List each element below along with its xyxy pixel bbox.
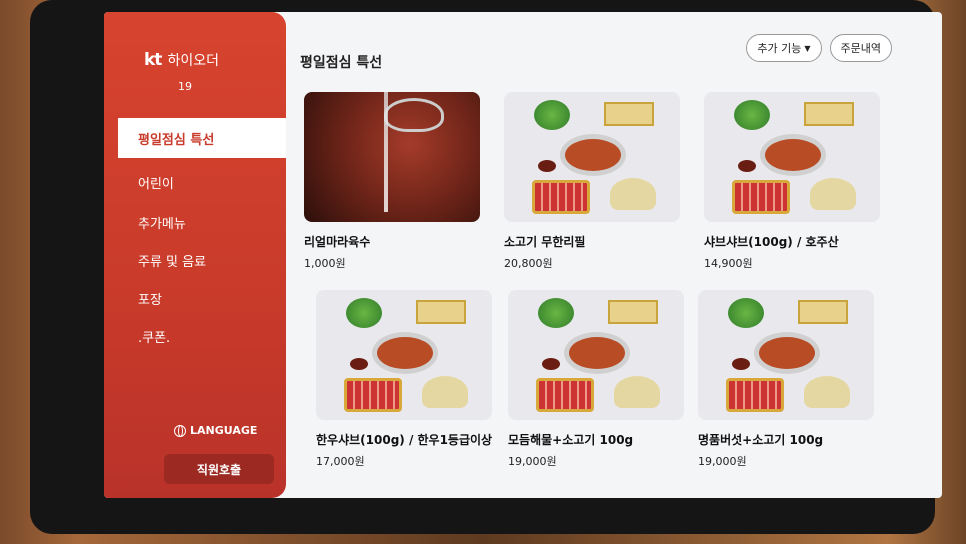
table-number: 19 — [178, 80, 192, 93]
menu-card[interactable]: 모듬해물+소고기 100g 19,000원 — [508, 290, 688, 469]
menu-name: 한우샤브(100g) / 한우1등급이상 — [316, 433, 493, 447]
sidebar-item-coupon[interactable]: .쿠폰. — [118, 316, 286, 356]
sidebar: kt 하이오더 19 평일점심 특선 어린이 추가메뉴 주류 및 음료 포장 .… — [104, 12, 286, 498]
kiosk-screen: kt 하이오더 19 평일점심 특선 어린이 추가메뉴 주류 및 음료 포장 .… — [104, 12, 942, 498]
menu-image-hotpot-seafood-set — [508, 290, 684, 420]
sidebar-item-drinks[interactable]: 주류 및 음료 — [118, 240, 286, 280]
menu-price: 19,000원 — [698, 455, 747, 468]
menu-image-hotpot-set — [504, 92, 680, 222]
more-features-button[interactable]: 추가 기능 ▼ — [746, 34, 822, 62]
page-title: 평일점심 특선 — [300, 55, 383, 71]
menu-image-hotpot-mushroom-set — [698, 290, 874, 420]
menu-card[interactable]: 소고기 무한리필 20,800원 — [504, 92, 684, 271]
menu-card[interactable]: 리얼마라육수 1,000원 — [304, 92, 484, 271]
menu-card[interactable]: 샤브샤브(100g) / 호주산 14,900원 — [704, 92, 884, 271]
brand-name: 하이오더 — [167, 53, 219, 69]
menu-image-hotpot-set — [316, 290, 492, 420]
sidebar-item-takeout[interactable]: 포장 — [118, 278, 286, 318]
menu-price: 14,900원 — [704, 257, 753, 270]
order-history-button[interactable]: 주문내역 — [829, 34, 892, 62]
globe-icon — [174, 424, 186, 437]
tablet-frame: kt 하이오더 19 평일점심 특선 어린이 추가메뉴 주류 및 음료 포장 .… — [30, 0, 942, 534]
language-label: LANGUAGE — [190, 424, 258, 437]
brand: kt 하이오더 — [144, 50, 219, 70]
menu-card[interactable]: 명품버섯+소고기 100g 19,000원 — [698, 290, 878, 469]
chevron-down-icon: ▼ — [804, 43, 811, 53]
staff-call-button[interactable]: 직원호출 — [164, 454, 274, 484]
menu-image-hotpot-set — [704, 92, 880, 222]
sidebar-item-kids[interactable]: 어린이 — [118, 162, 286, 202]
menu-name: 샤브샤브(100g) / 호주산 — [704, 235, 839, 249]
menu-name: 리얼마라육수 — [304, 235, 371, 249]
menu-price: 1,000원 — [304, 257, 346, 270]
menu-price: 17,000원 — [316, 455, 365, 468]
menu-card[interactable]: 한우샤브(100g) / 한우1등급이상 17,000원 — [316, 290, 496, 469]
menu-price: 19,000원 — [508, 455, 557, 468]
menu-image-pouring-broth — [304, 92, 480, 222]
more-features-label: 추가 기능 — [757, 42, 802, 55]
menu-name: 명품버섯+소고기 100g — [698, 433, 824, 447]
main-content: 평일점심 특선 추가 기능 ▼ 주문내역 리얼마라육수 1,000원 소고기 무… — [286, 12, 942, 498]
menu-name: 모듬해물+소고기 100g — [508, 433, 634, 447]
sidebar-item-weekday-lunch[interactable]: 평일점심 특선 — [118, 118, 286, 158]
menu-name: 소고기 무한리필 — [504, 235, 586, 249]
kt-logo: kt — [144, 50, 162, 70]
language-button[interactable]: LANGUAGE — [174, 424, 257, 437]
sidebar-item-extra-menu[interactable]: 추가메뉴 — [118, 202, 286, 242]
top-buttons: 추가 기능 ▼ 주문내역 — [746, 34, 892, 62]
menu-price: 20,800원 — [504, 257, 553, 270]
